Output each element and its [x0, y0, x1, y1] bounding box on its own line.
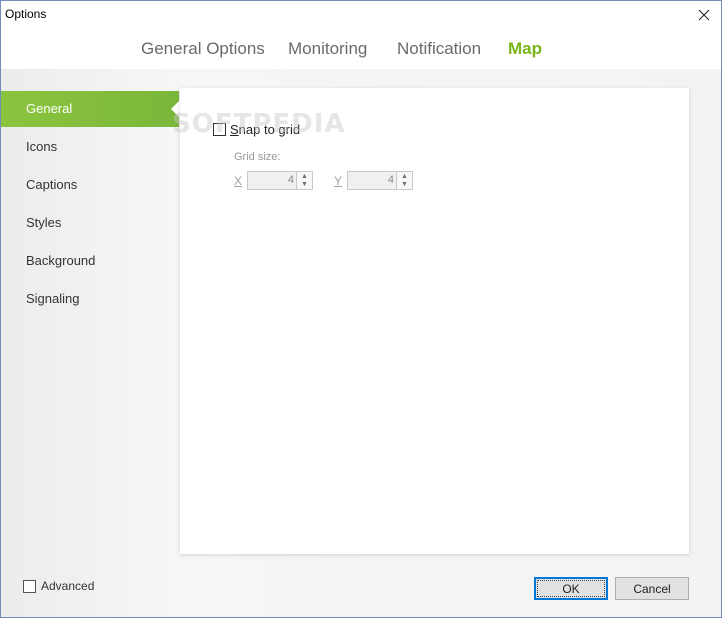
- chevron-up-icon[interactable]: ▲: [297, 172, 312, 180]
- tab-monitoring[interactable]: Monitoring: [288, 39, 367, 59]
- y-label: Y: [334, 174, 343, 188]
- chevron-down-icon[interactable]: ▼: [397, 180, 412, 188]
- sidebar-item-label: Styles: [26, 215, 62, 230]
- window-title: Options: [5, 7, 47, 21]
- sidebar-item-general[interactable]: General: [1, 91, 180, 127]
- sidebar: General Icons Captions Styles Background…: [1, 69, 181, 617]
- sidebar-item-styles[interactable]: Styles: [1, 205, 181, 241]
- settings-panel: Snap to grid Grid size: X 4 ▲ ▼ Y 4 ▲ ▼: [180, 88, 689, 554]
- content-area: General Icons Captions Styles Background…: [1, 69, 721, 617]
- sidebar-item-background[interactable]: Background: [1, 243, 181, 279]
- grid-y-value[interactable]: 4: [388, 174, 394, 186]
- grid-x-spinner[interactable]: 4 ▲ ▼: [247, 171, 313, 190]
- grid-x-arrows: ▲ ▼: [296, 172, 312, 189]
- grid-x-value[interactable]: 4: [288, 174, 294, 186]
- title-bar: Options: [1, 1, 721, 29]
- sidebar-item-label: Captions: [26, 177, 78, 192]
- x-label: X: [234, 174, 243, 188]
- grid-y-arrows: ▲ ▼: [396, 172, 412, 189]
- tab-map[interactable]: Map: [508, 39, 542, 59]
- sidebar-item-label: Signaling: [26, 291, 80, 306]
- sidebar-item-signaling[interactable]: Signaling: [1, 281, 181, 317]
- cancel-button[interactable]: Cancel: [615, 577, 689, 600]
- sidebar-item-label: Background: [26, 253, 96, 268]
- ok-button[interactable]: OK: [534, 577, 608, 600]
- tab-bar: General Options Monitoring Notification …: [1, 29, 721, 69]
- focus-ring: [537, 580, 605, 597]
- close-icon: [698, 9, 710, 21]
- watermark: SOFTPEDIA: [172, 109, 346, 139]
- sidebar-item-captions[interactable]: Captions: [1, 167, 181, 203]
- advanced-label: Advanced: [41, 579, 95, 593]
- grid-y-spinner[interactable]: 4 ▲ ▼: [347, 171, 413, 190]
- sidebar-item-icons[interactable]: Icons: [1, 129, 181, 165]
- cancel-label: Cancel: [633, 581, 671, 596]
- chevron-up-icon[interactable]: ▲: [397, 172, 412, 180]
- advanced-box[interactable]: [23, 579, 36, 593]
- tab-notification[interactable]: Notification: [397, 39, 481, 59]
- sidebar-item-label: General: [26, 101, 73, 116]
- tab-general-options[interactable]: General Options: [141, 39, 265, 59]
- sidebar-item-label: Icons: [26, 139, 58, 154]
- options-window: Options General Options Monitoring Notif…: [0, 0, 722, 618]
- chevron-down-icon[interactable]: ▼: [297, 180, 312, 188]
- advanced-checkbox[interactable]: Advanced: [23, 579, 94, 593]
- close-button[interactable]: [687, 1, 721, 29]
- grid-size-label: Grid size:: [234, 151, 281, 163]
